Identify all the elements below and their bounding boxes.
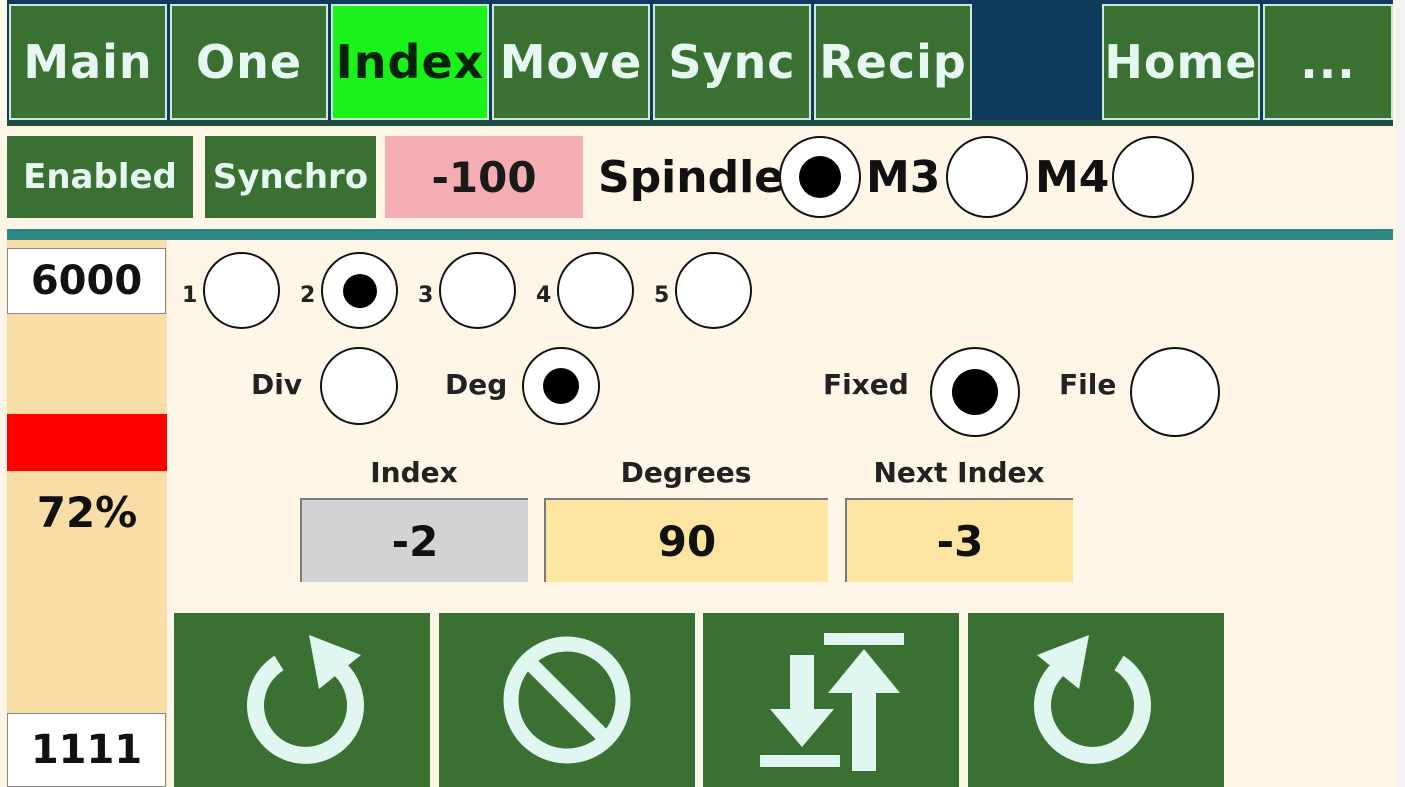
tab-bar-divider [7, 120, 1393, 126]
tab-recip[interactable]: Recip [814, 4, 972, 120]
index-value[interactable]: -2 [300, 498, 528, 582]
enabled-button[interactable]: Enabled [7, 136, 193, 218]
section-divider [7, 229, 1393, 240]
spindle-rpm-value[interactable]: -100 [385, 136, 583, 218]
tab-more[interactable]: ... [1263, 4, 1393, 120]
div-label: Div [251, 368, 303, 401]
m4-label: M4 [1035, 152, 1110, 203]
window-edge [1396, 0, 1405, 787]
tab-one[interactable]: One [170, 4, 328, 120]
degrees-value[interactable]: 90 [544, 498, 828, 582]
axis-2-radio-dot [342, 273, 377, 308]
stop-icon [503, 636, 631, 764]
m4-radio[interactable] [1112, 136, 1194, 218]
speed-percent: 72% [36, 488, 138, 537]
rotate-ccw-button[interactable] [174, 613, 430, 787]
axis-2-radio[interactable] [321, 252, 398, 329]
deg-radio[interactable] [522, 347, 600, 425]
current-speed-value[interactable]: 1111 [7, 713, 166, 787]
m3-radio[interactable] [946, 136, 1028, 218]
stop-button[interactable] [439, 613, 695, 787]
axis-5-radio[interactable] [675, 252, 752, 329]
synchro-button[interactable]: Synchro [205, 136, 376, 218]
axis-3-label: 3 [418, 283, 434, 308]
index-label: Index [370, 456, 458, 489]
tab-main[interactable]: Main [9, 4, 167, 120]
max-speed-value[interactable]: 6000 [7, 248, 166, 314]
fixed-radio[interactable] [930, 347, 1020, 437]
axis-4-label: 4 [536, 283, 552, 308]
axis-4-radio[interactable] [557, 252, 634, 329]
fixed-label: Fixed [823, 368, 909, 401]
spindle-radio-dot [799, 156, 841, 198]
file-radio[interactable] [1130, 347, 1220, 437]
div-radio[interactable] [320, 347, 398, 425]
sort-button[interactable] [703, 613, 959, 787]
rotate-cw-button[interactable] [968, 613, 1224, 787]
spindle-radio[interactable] [779, 136, 861, 218]
axis-3-radio[interactable] [439, 252, 516, 329]
degrees-label: Degrees [620, 456, 752, 489]
speed-indicator-bar [7, 414, 167, 471]
file-label: File [1059, 368, 1117, 401]
rotate-cw-icon [1034, 635, 1151, 764]
axis-5-label: 5 [654, 283, 670, 308]
fixed-radio-dot [952, 369, 998, 415]
rotate-ccw-icon [247, 635, 364, 764]
spindle-label: Spindle [598, 152, 785, 203]
tab-bar: Main One Index Move Sync Recip Home ... [7, 0, 1393, 124]
axis-1-radio[interactable] [203, 252, 280, 329]
deg-radio-dot [543, 368, 579, 404]
tab-sync[interactable]: Sync [653, 4, 811, 120]
sort-icon [760, 633, 904, 771]
index-screen: Main One Index Move Sync Recip Home ... … [0, 0, 1396, 787]
axis-1-label: 1 [182, 283, 198, 308]
next-index-value[interactable]: -3 [845, 498, 1073, 582]
deg-label: Deg [445, 368, 508, 401]
tab-move[interactable]: Move [492, 4, 650, 120]
next-index-label: Next Index [873, 456, 1045, 489]
tab-home[interactable]: Home [1102, 4, 1260, 120]
m3-label: M3 [866, 152, 941, 203]
axis-2-label: 2 [300, 283, 316, 308]
tab-index[interactable]: Index [331, 4, 489, 120]
